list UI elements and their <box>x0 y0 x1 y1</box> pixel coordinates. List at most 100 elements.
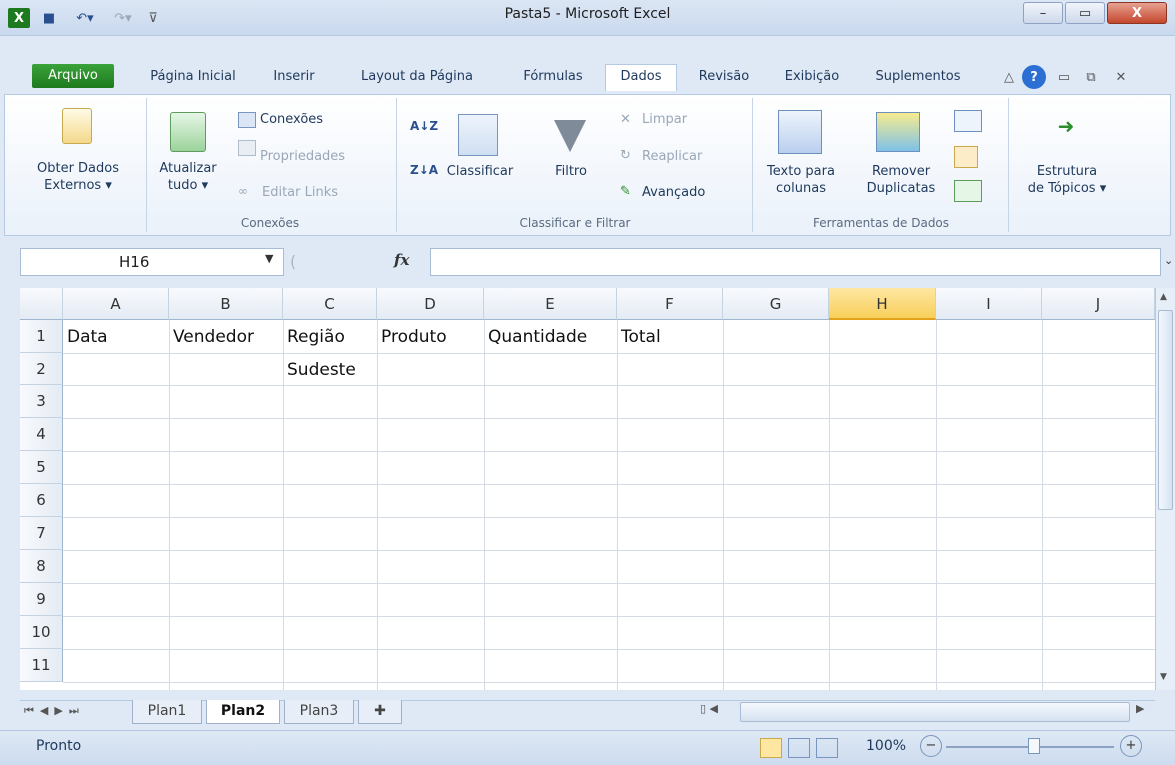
tab-arquivo[interactable]: Arquivo <box>32 64 114 88</box>
zoom-in-icon[interactable]: + <box>1120 735 1142 757</box>
grid-line <box>377 320 378 690</box>
vertical-scroll-thumb[interactable] <box>1158 310 1173 510</box>
horizontal-scroll-thumb[interactable] <box>740 702 1130 722</box>
doc-minimize-icon[interactable]: ▭ <box>1055 67 1073 87</box>
grid-line <box>936 320 937 690</box>
filter-button[interactable]: Filtro <box>546 163 596 180</box>
properties-button[interactable]: Propriedades <box>260 148 345 165</box>
insert-function-button[interactable]: fx <box>394 251 418 273</box>
horizontal-scroll-split-icon[interactable]: ▯ ◀ <box>700 702 740 722</box>
formula-input[interactable] <box>430 248 1161 276</box>
sheet-nav-icons[interactable]: ⏮◀▶⏭ <box>24 704 124 720</box>
row-header-9[interactable]: 9 <box>20 583 63 616</box>
tab-dados[interactable]: Dados <box>605 64 677 91</box>
formula-bar-resize-icon[interactable]: ( <box>290 252 310 272</box>
maximize-button[interactable]: ▭ <box>1065 2 1105 24</box>
tab-formulas[interactable]: Fórmulas <box>506 62 600 92</box>
row-header-10[interactable]: 10 <box>20 616 63 649</box>
minimize-ribbon-icon[interactable]: △ <box>1000 67 1018 87</box>
column-header-d[interactable]: D <box>377 288 484 320</box>
cell-d1[interactable]: Produto <box>377 321 447 353</box>
column-header-a[interactable]: A <box>63 288 169 320</box>
tab-inserir[interactable]: Inserir <box>262 62 326 92</box>
select-all-corner[interactable] <box>20 288 63 320</box>
advanced-filter-icon: ✎ <box>620 184 631 199</box>
what-if-icon[interactable] <box>954 180 982 202</box>
outline-arrow-icon: ➜ <box>1057 114 1075 138</box>
row-header-7[interactable]: 7 <box>20 517 63 550</box>
column-header-c[interactable]: C <box>283 288 377 320</box>
row-header-6[interactable]: 6 <box>20 484 63 517</box>
tab-pagina-inicial[interactable]: Página Inicial <box>128 62 258 92</box>
text-to-columns-button[interactable]: Texto para colunas <box>756 163 846 197</box>
insert-sheet-icon[interactable]: ✚ <box>358 700 402 724</box>
minimize-button[interactable]: – <box>1023 2 1063 24</box>
page-layout-view-icon[interactable] <box>788 738 810 758</box>
sort-az-button[interactable]: A↓Z <box>410 118 438 135</box>
remove-duplicates-button[interactable]: Remover Duplicatas <box>856 163 946 197</box>
grid-line <box>723 320 724 690</box>
consolidate-icon[interactable] <box>954 146 978 168</box>
help-icon[interactable]: ? <box>1022 65 1046 89</box>
vertical-scrollbar[interactable]: ▲ ▼ <box>1155 288 1175 690</box>
tab-revisao[interactable]: Revisão <box>686 62 762 92</box>
get-external-data-button[interactable]: Obter Dados Externos ▾ <box>18 160 138 194</box>
sheet-tab-plan1[interactable]: Plan1 <box>132 700 202 724</box>
tab-suplementos[interactable]: Suplementos <box>864 62 972 92</box>
grid-line <box>63 451 1155 452</box>
column-header-e[interactable]: E <box>484 288 617 320</box>
tab-exibicao[interactable]: Exibição <box>766 62 858 92</box>
sort-icon <box>458 114 498 156</box>
doc-close-icon[interactable]: ✕ <box>1112 67 1130 87</box>
row-header-4[interactable]: 4 <box>20 418 63 451</box>
sheet-tab-plan2[interactable]: Plan2 <box>206 700 280 724</box>
grid-line <box>63 418 1155 419</box>
cell-c2[interactable]: Sudeste <box>283 354 356 385</box>
reapply-icon: ↻ <box>620 148 631 163</box>
doc-restore-icon[interactable]: ⧉ <box>1082 67 1100 87</box>
cell-a1[interactable]: Data <box>63 321 108 353</box>
tab-layout-pagina[interactable]: Layout da Página <box>336 62 498 92</box>
expand-formula-bar-icon[interactable]: ⌄ <box>1164 254 1174 270</box>
scroll-up-icon[interactable]: ▲ <box>1160 292 1167 302</box>
sheet-tab-plan3[interactable]: Plan3 <box>284 700 354 724</box>
sort-za-button[interactable]: Z↓A <box>410 162 438 179</box>
clear-button[interactable]: Limpar <box>642 111 687 128</box>
column-header-h[interactable]: H <box>829 288 936 320</box>
name-box-dropdown-icon[interactable]: ▼ <box>265 252 273 265</box>
name-box[interactable]: H16 ▼ <box>20 248 284 276</box>
data-validation-icon[interactable] <box>954 110 982 132</box>
row-header-2[interactable]: 2 <box>20 353 63 385</box>
advanced-button[interactable]: Avançado <box>642 184 705 201</box>
column-header-g[interactable]: G <box>723 288 829 320</box>
outline-button[interactable]: Estrutura de Tópicos ▾ <box>1012 163 1122 197</box>
scroll-right-icon[interactable]: ▶ <box>1136 702 1154 722</box>
column-header-f[interactable]: F <box>617 288 723 320</box>
refresh-all-button[interactable]: Atualizar tudo ▾ <box>148 160 228 194</box>
grid-line <box>63 353 1155 354</box>
close-button[interactable]: X <box>1107 2 1167 24</box>
outline-line1: Estrutura <box>1036 164 1098 179</box>
row-header-5[interactable]: 5 <box>20 451 63 484</box>
row-header-8[interactable]: 8 <box>20 550 63 583</box>
page-break-view-icon[interactable] <box>816 738 838 758</box>
connections-button[interactable]: Conexões <box>260 111 323 128</box>
reapply-button[interactable]: Reaplicar <box>642 148 702 165</box>
cell-b1[interactable]: Vendedor <box>169 321 254 353</box>
zoom-slider-thumb[interactable] <box>1028 738 1040 754</box>
scroll-down-icon[interactable]: ▼ <box>1160 672 1167 682</box>
cell-f1[interactable]: Total <box>617 321 661 353</box>
normal-view-icon[interactable] <box>760 738 782 758</box>
column-header-i[interactable]: I <box>936 288 1042 320</box>
row-header-1[interactable]: 1 <box>20 320 63 353</box>
column-header-j[interactable]: J <box>1042 288 1155 320</box>
zoom-out-icon[interactable]: − <box>920 735 942 757</box>
cell-c1[interactable]: Região <box>283 321 345 353</box>
zoom-level[interactable]: 100% <box>866 738 906 754</box>
column-header-b[interactable]: B <box>169 288 283 320</box>
cell-e1[interactable]: Quantidade <box>484 321 587 353</box>
row-header-3[interactable]: 3 <box>20 385 63 418</box>
sort-button[interactable]: Classificar <box>440 163 520 180</box>
row-header-11[interactable]: 11 <box>20 649 63 682</box>
edit-links-button[interactable]: Editar Links <box>262 184 338 201</box>
